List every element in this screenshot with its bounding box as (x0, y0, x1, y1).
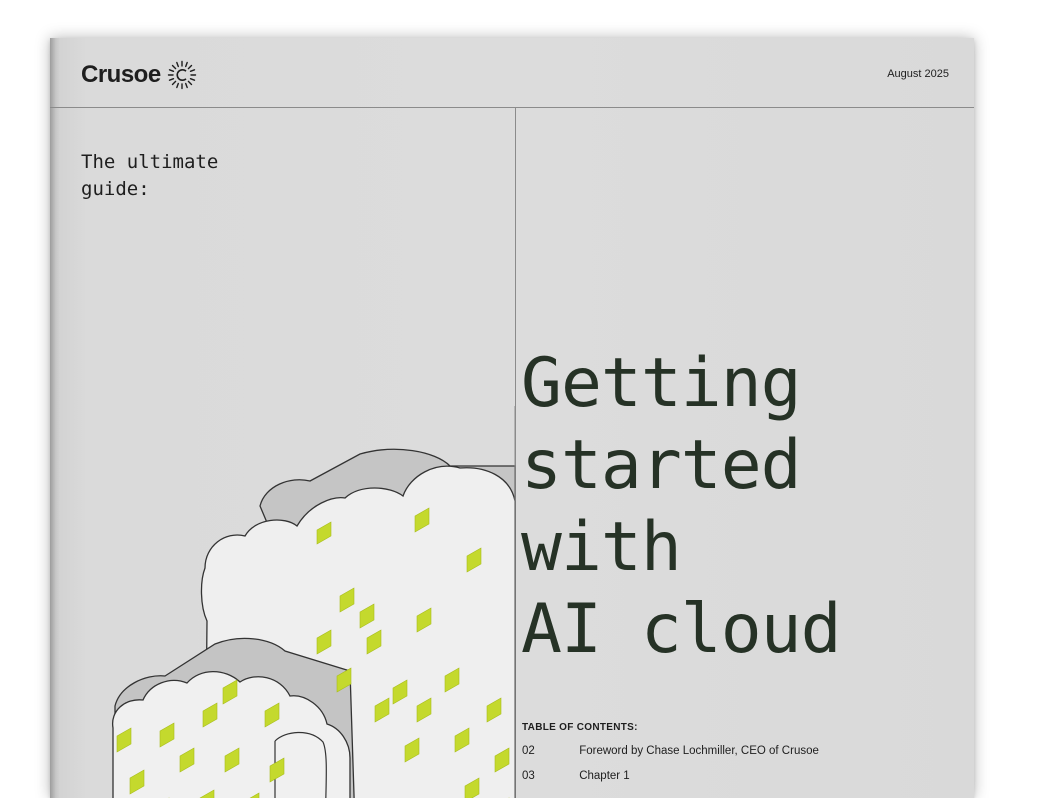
publication-date: August 2025 (887, 68, 949, 80)
sunburst-c-logo-icon (167, 60, 196, 90)
title-line: AI cloud (521, 590, 842, 669)
document-cover: Crusoe August 2025 The ultimate guide: G… (50, 38, 974, 798)
isometric-cloud-illustration (112, 406, 516, 798)
title-line: started (521, 426, 802, 505)
title-line: Getting (521, 344, 802, 423)
toc-page-number: 03 (522, 770, 535, 782)
toc-page-number: 02 (522, 745, 535, 757)
toc-item-label: Chapter 1 (579, 770, 630, 782)
crusoe-logo: Crusoe (81, 60, 197, 90)
cover-header: Crusoe August 2025 (50, 38, 974, 108)
toc-heading: TABLE OF CONTENTS: (522, 722, 638, 733)
toc-item-label: Foreword by Chase Lochmiller, CEO of Cru… (579, 745, 819, 757)
title-line: with (521, 508, 682, 587)
brand-name: Crusoe (81, 61, 161, 88)
cover-subtitle: The ultimate guide: (81, 151, 219, 200)
cover-title: Getting started with AI cloud (521, 343, 842, 671)
toc-item[interactable]: 02 Foreword by Chase Lochmiller, CEO of … (522, 745, 819, 757)
toc-item[interactable]: 03 Chapter 1 (522, 770, 630, 782)
